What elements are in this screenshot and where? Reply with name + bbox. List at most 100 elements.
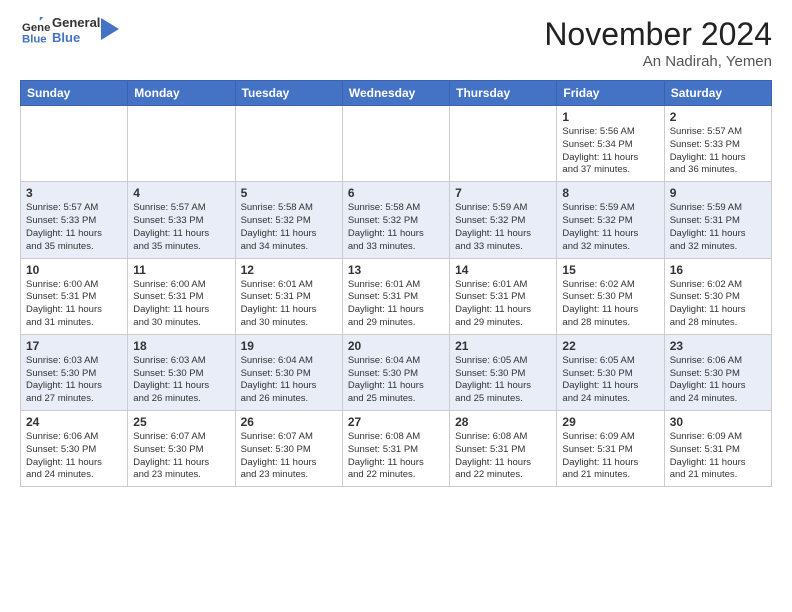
table-row: 15 Sunrise: 6:02 AM Sunset: 5:30 PM Dayli… — [557, 258, 664, 334]
day-number: 5 — [241, 186, 337, 200]
day-info: Sunrise: 5:58 AM Sunset: 5:32 PM Dayligh… — [348, 202, 444, 253]
day-info: Sunrise: 6:00 AM Sunset: 5:31 PM Dayligh… — [133, 279, 229, 330]
day-number: 6 — [348, 186, 444, 200]
table-row: 11Sunrise: 6:00 AM Sunset: 5:31 PM Dayli… — [128, 258, 235, 334]
svg-text:General: General — [22, 22, 50, 34]
header-saturday: Saturday — [664, 81, 771, 106]
day-number: 1 — [562, 110, 658, 124]
day-info: Sunrise: 6:04 AM Sunset: 5:30 PM Dayligh… — [241, 355, 337, 406]
day-number: 3 — [26, 186, 122, 200]
day-number: 29 — [562, 415, 658, 429]
day-number: 13 — [348, 263, 444, 277]
day-number: 20 — [348, 339, 444, 353]
day-info: Sunrise: 5:59 AM Sunset: 5:32 PM Dayligh… — [562, 202, 658, 253]
header-monday: Monday — [128, 81, 235, 106]
header: General Blue General Blue November 2024 … — [20, 16, 772, 70]
logo: General Blue General Blue — [20, 16, 119, 46]
day-info: Sunrise: 6:05 AM Sunset: 5:30 PM Dayligh… — [455, 355, 551, 406]
table-row: 2 Sunrise: 5:57 AM Sunset: 5:33 PM Daylig… — [664, 106, 771, 182]
day-info: Sunrise: 6:05 AM Sunset: 5:30 PM Dayligh… — [562, 355, 658, 406]
table-row — [450, 106, 557, 182]
day-number: 7 — [455, 186, 551, 200]
calendar-week-row: 24 Sunrise: 6:06 AM Sunset: 5:30 PM Dayli… — [21, 411, 772, 487]
day-number: 12 — [241, 263, 337, 277]
day-number: 27 — [348, 415, 444, 429]
page: General Blue General Blue November 2024 … — [0, 0, 792, 612]
table-row: 17 Sunrise: 6:03 AM Sunset: 5:30 PM Dayli… — [21, 334, 128, 410]
table-row — [235, 106, 342, 182]
table-row — [342, 106, 449, 182]
table-row: 1 Sunrise: 5:56 AM Sunset: 5:34 PM Daylig… — [557, 106, 664, 182]
day-number: 28 — [455, 415, 551, 429]
day-info: Sunrise: 6:01 AM Sunset: 5:31 PM Dayligh… — [348, 279, 444, 330]
table-row: 5 Sunrise: 5:58 AM Sunset: 5:32 PM Daylig… — [235, 182, 342, 258]
header-thursday: Thursday — [450, 81, 557, 106]
table-row: 21Sunrise: 6:05 AM Sunset: 5:30 PM Dayli… — [450, 334, 557, 410]
day-info: Sunrise: 5:58 AM Sunset: 5:32 PM Dayligh… — [241, 202, 337, 253]
table-row: 14Sunrise: 6:01 AM Sunset: 5:31 PM Dayli… — [450, 258, 557, 334]
day-info: Sunrise: 5:59 AM Sunset: 5:31 PM Dayligh… — [670, 202, 766, 253]
day-info: Sunrise: 6:06 AM Sunset: 5:30 PM Dayligh… — [670, 355, 766, 406]
table-row: 16 Sunrise: 6:02 AM Sunset: 5:30 PM Dayli… — [664, 258, 771, 334]
day-number: 24 — [26, 415, 122, 429]
day-info: Sunrise: 6:00 AM Sunset: 5:31 PM Dayligh… — [26, 279, 122, 330]
day-number: 8 — [562, 186, 658, 200]
day-info: Sunrise: 6:07 AM Sunset: 5:30 PM Dayligh… — [241, 431, 337, 482]
table-row: 9 Sunrise: 5:59 AM Sunset: 5:31 PM Daylig… — [664, 182, 771, 258]
table-row: 10 Sunrise: 6:00 AM Sunset: 5:31 PM Dayli… — [21, 258, 128, 334]
day-number: 26 — [241, 415, 337, 429]
table-row: 30 Sunrise: 6:09 AM Sunset: 5:31 PM Dayli… — [664, 411, 771, 487]
table-row: 3 Sunrise: 5:57 AM Sunset: 5:33 PM Daylig… — [21, 182, 128, 258]
day-info: Sunrise: 5:57 AM Sunset: 5:33 PM Dayligh… — [133, 202, 229, 253]
day-info: Sunrise: 6:02 AM Sunset: 5:30 PM Dayligh… — [562, 279, 658, 330]
day-info: Sunrise: 6:09 AM Sunset: 5:31 PM Dayligh… — [562, 431, 658, 482]
table-row: 8 Sunrise: 5:59 AM Sunset: 5:32 PM Daylig… — [557, 182, 664, 258]
calendar-subtitle: An Nadirah, Yemen — [544, 53, 772, 70]
logo-arrow-icon — [101, 18, 119, 40]
calendar-header-row: Sunday Monday Tuesday Wednesday Thursday… — [21, 81, 772, 106]
calendar-week-row: 17 Sunrise: 6:03 AM Sunset: 5:30 PM Dayli… — [21, 334, 772, 410]
day-number: 10 — [26, 263, 122, 277]
day-number: 14 — [455, 263, 551, 277]
logo-blue: Blue — [52, 30, 80, 45]
day-info: Sunrise: 6:07 AM Sunset: 5:30 PM Dayligh… — [133, 431, 229, 482]
table-row: 19 Sunrise: 6:04 AM Sunset: 5:30 PM Dayli… — [235, 334, 342, 410]
day-info: Sunrise: 6:02 AM Sunset: 5:30 PM Dayligh… — [670, 279, 766, 330]
day-number: 2 — [670, 110, 766, 124]
day-number: 9 — [670, 186, 766, 200]
title-block: November 2024 An Nadirah, Yemen — [544, 16, 772, 70]
day-number: 19 — [241, 339, 337, 353]
day-info: Sunrise: 5:57 AM Sunset: 5:33 PM Dayligh… — [26, 202, 122, 253]
table-row: 6 Sunrise: 5:58 AM Sunset: 5:32 PM Daylig… — [342, 182, 449, 258]
logo-icon: General Blue — [22, 17, 50, 45]
day-info: Sunrise: 5:57 AM Sunset: 5:33 PM Dayligh… — [670, 126, 766, 177]
day-info: Sunrise: 6:09 AM Sunset: 5:31 PM Dayligh… — [670, 431, 766, 482]
day-number: 22 — [562, 339, 658, 353]
day-number: 25 — [133, 415, 229, 429]
day-info: Sunrise: 6:06 AM Sunset: 5:30 PM Dayligh… — [26, 431, 122, 482]
day-number: 23 — [670, 339, 766, 353]
svg-text:Blue: Blue — [22, 33, 47, 45]
table-row — [21, 106, 128, 182]
day-info: Sunrise: 6:03 AM Sunset: 5:30 PM Dayligh… — [26, 355, 122, 406]
header-tuesday: Tuesday — [235, 81, 342, 106]
day-number: 17 — [26, 339, 122, 353]
day-info: Sunrise: 6:04 AM Sunset: 5:30 PM Dayligh… — [348, 355, 444, 406]
header-wednesday: Wednesday — [342, 81, 449, 106]
day-info: Sunrise: 5:56 AM Sunset: 5:34 PM Dayligh… — [562, 126, 658, 177]
table-row: 12Sunrise: 6:01 AM Sunset: 5:31 PM Dayli… — [235, 258, 342, 334]
table-row: 25 Sunrise: 6:07 AM Sunset: 5:30 PM Dayli… — [128, 411, 235, 487]
table-row: 27Sunrise: 6:08 AM Sunset: 5:31 PM Dayli… — [342, 411, 449, 487]
header-sunday: Sunday — [21, 81, 128, 106]
table-row: 7Sunrise: 5:59 AM Sunset: 5:32 PM Daylig… — [450, 182, 557, 258]
day-number: 18 — [133, 339, 229, 353]
table-row: 18Sunrise: 6:03 AM Sunset: 5:30 PM Dayli… — [128, 334, 235, 410]
day-number: 15 — [562, 263, 658, 277]
table-row: 26 Sunrise: 6:07 AM Sunset: 5:30 PM Dayli… — [235, 411, 342, 487]
table-row: 22 Sunrise: 6:05 AM Sunset: 5:30 PM Dayli… — [557, 334, 664, 410]
day-number: 30 — [670, 415, 766, 429]
logo-general: General — [52, 15, 100, 30]
calendar-table: Sunday Monday Tuesday Wednesday Thursday… — [20, 80, 772, 487]
day-number: 16 — [670, 263, 766, 277]
table-row: 29 Sunrise: 6:09 AM Sunset: 5:31 PM Dayli… — [557, 411, 664, 487]
